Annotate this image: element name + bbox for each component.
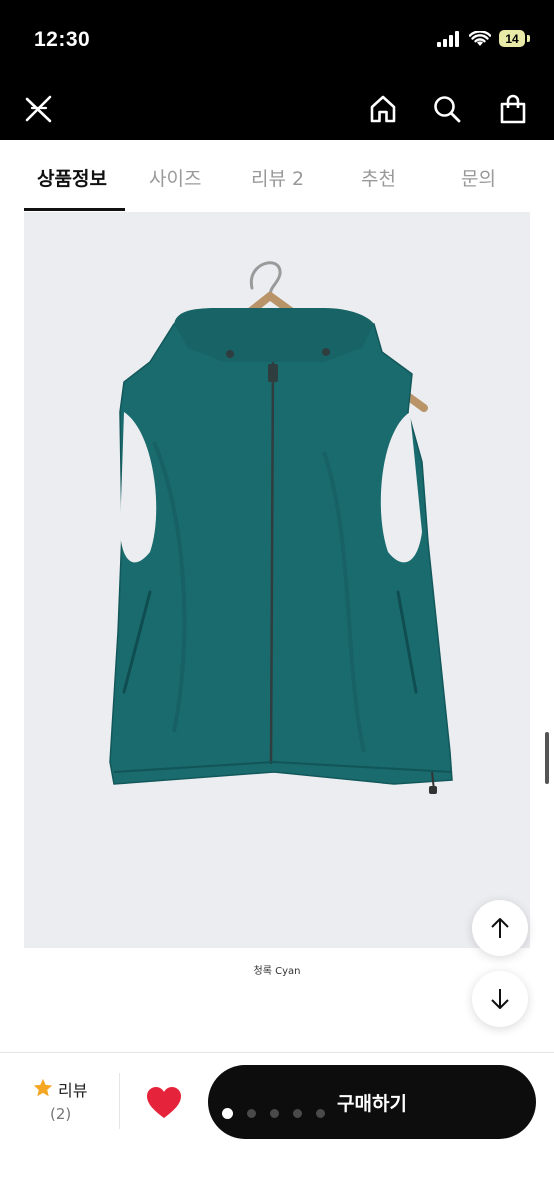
tab-product-info[interactable]: 상품정보 (37, 164, 107, 191)
heart-icon (147, 1087, 181, 1118)
divider (119, 1073, 120, 1129)
wifi-icon (469, 30, 491, 46)
battery-level: 14 (499, 30, 525, 47)
home-button[interactable] (360, 86, 406, 132)
close-button[interactable] (16, 86, 62, 132)
status-time: 12:30 (34, 28, 91, 51)
scroll-up-button[interactable] (472, 900, 528, 956)
cart-button[interactable] (490, 86, 536, 132)
product-vest-image (109, 261, 453, 794)
search-icon (434, 96, 461, 123)
nav-bar (0, 78, 554, 140)
tab-size[interactable]: 사이즈 (149, 164, 201, 191)
bottom-action-bar: 리뷰 (2) 구매하기 (0, 1052, 554, 1201)
buy-button[interactable]: 구매하기 (208, 1065, 536, 1139)
carousel-dot-active[interactable] (222, 1108, 233, 1119)
carousel-dot[interactable] (247, 1109, 256, 1118)
product-caption: 청록 Cyan (253, 966, 301, 977)
home-icon (370, 95, 396, 123)
product-image[interactable] (24, 212, 530, 948)
page-scrollbar[interactable] (545, 732, 549, 784)
shopping-bag-icon (500, 94, 526, 124)
star-icon (33, 1078, 53, 1097)
active-tab-indicator (24, 208, 125, 211)
scroll-down-button[interactable] (472, 971, 528, 1027)
product-tabs: 상품정보 사이즈 리뷰 2 추천 문의 (0, 140, 554, 212)
status-bar: 12:30 14 (0, 0, 554, 78)
search-button[interactable] (424, 86, 470, 132)
carousel-dot[interactable] (316, 1109, 325, 1118)
battery-indicator: 14 (499, 30, 530, 47)
arrow-down-icon (491, 989, 509, 1009)
status-icons: 14 (437, 30, 530, 47)
tab-inquiry[interactable]: 문의 (461, 164, 496, 191)
review-count: (2) (50, 1105, 72, 1123)
review-label: 리뷰 (58, 1081, 88, 1100)
signal-icon (437, 30, 459, 47)
carousel-dot[interactable] (293, 1109, 302, 1118)
close-icon (25, 95, 52, 123)
battery-tip (527, 35, 530, 42)
arrow-up-icon (491, 918, 509, 938)
carousel-dots (222, 1108, 325, 1119)
tab-recommend[interactable]: 추천 (361, 164, 396, 191)
tab-reviews[interactable]: 리뷰 2 (251, 164, 304, 191)
carousel-dot[interactable] (270, 1109, 279, 1118)
wishlist-button[interactable] (144, 1083, 184, 1123)
